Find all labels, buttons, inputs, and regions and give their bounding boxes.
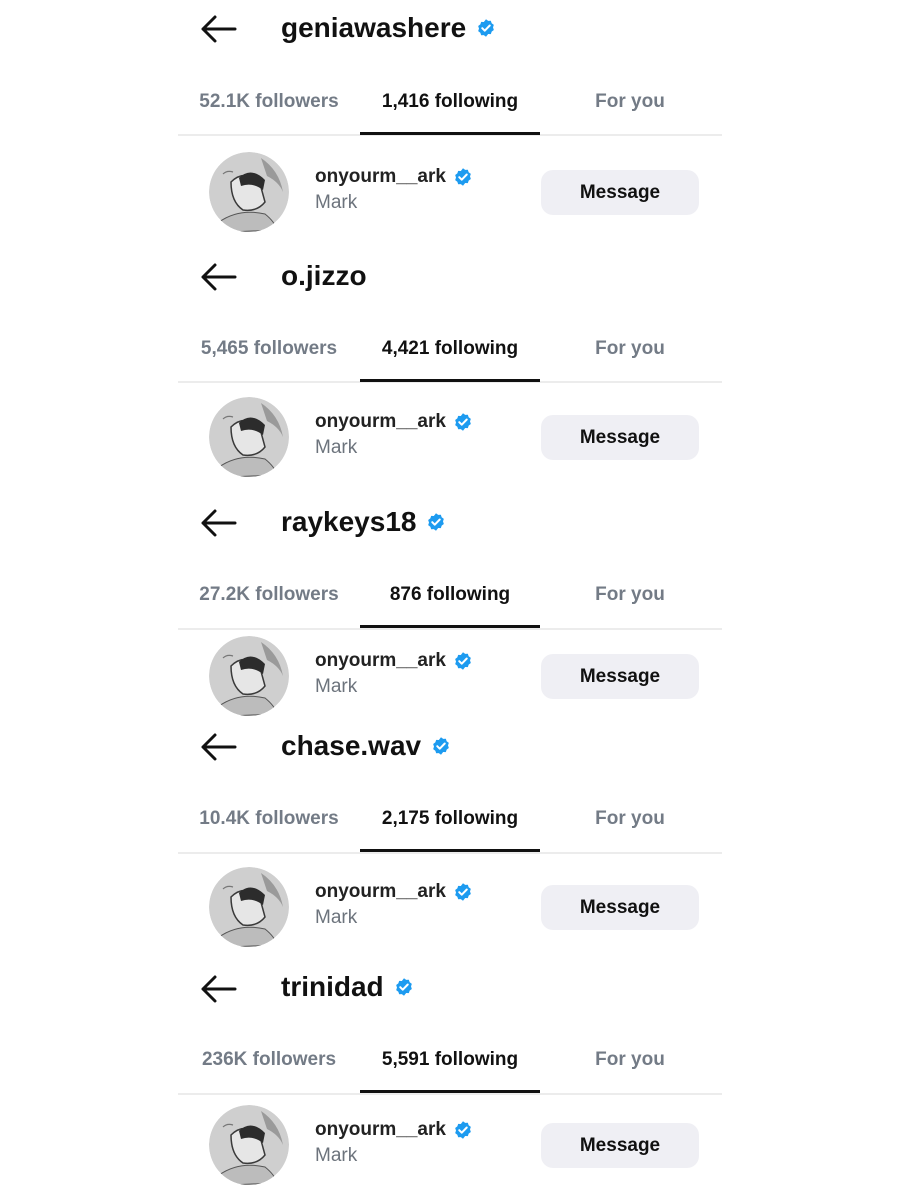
tab-divider — [178, 852, 722, 854]
active-tab-indicator — [360, 1090, 540, 1093]
tab-followers[interactable]: 10.4K followers — [179, 808, 359, 830]
user-full-name: Mark — [315, 1145, 358, 1166]
user-handle[interactable]: onyourm__ark — [315, 411, 473, 433]
user-full-name: Mark — [315, 907, 358, 928]
tab-for-you[interactable]: For you — [540, 584, 720, 606]
back-arrow-icon[interactable] — [198, 14, 238, 44]
back-arrow-icon[interactable] — [198, 974, 238, 1004]
verified-badge-icon — [428, 513, 445, 531]
tab-followers[interactable]: 5,465 followers — [179, 338, 359, 360]
tab-followers[interactable]: 52.1K followers — [179, 91, 359, 113]
profile-username-title: raykeys18 — [281, 506, 417, 537]
avatar[interactable] — [209, 867, 289, 947]
verified-badge-icon — [395, 978, 412, 996]
tab-followers[interactable]: 27.2K followers — [179, 584, 359, 606]
page-title: chase.wav — [281, 726, 451, 766]
profile-username-title: chase.wav — [281, 730, 422, 761]
user-full-name: Mark — [315, 437, 358, 458]
user-handle-text: onyourm__ark — [315, 166, 446, 187]
avatar[interactable] — [209, 397, 289, 477]
message-button[interactable]: Message — [541, 885, 699, 930]
tab-for-you[interactable]: For you — [540, 338, 720, 360]
user-handle[interactable]: onyourm__ark — [315, 166, 473, 188]
user-handle[interactable]: onyourm__ark — [315, 650, 473, 672]
message-button[interactable]: Message — [541, 170, 699, 215]
tab-for-you[interactable]: For you — [540, 1049, 720, 1071]
message-button[interactable]: Message — [541, 1123, 699, 1168]
verified-badge-icon — [455, 652, 471, 670]
tab-divider — [178, 1093, 722, 1095]
tab-following[interactable]: 876 following — [360, 584, 540, 606]
page-title: trinidad — [281, 967, 414, 1007]
tab-divider — [178, 628, 722, 630]
page-title: o.jizzo — [281, 256, 367, 296]
user-full-name: Mark — [315, 192, 358, 213]
message-button[interactable]: Message — [541, 654, 699, 699]
page-title: raykeys18 — [281, 502, 446, 542]
tab-for-you[interactable]: For you — [540, 91, 720, 113]
back-arrow-icon[interactable] — [198, 508, 238, 538]
user-handle-text: onyourm__ark — [315, 1119, 446, 1140]
active-tab-indicator — [360, 132, 540, 135]
back-arrow-icon[interactable] — [198, 262, 238, 292]
back-arrow-icon[interactable] — [198, 732, 238, 762]
user-handle[interactable]: onyourm__ark — [315, 1119, 473, 1141]
active-tab-indicator — [360, 379, 540, 382]
tab-following[interactable]: 2,175 following — [360, 808, 540, 830]
verified-badge-icon — [455, 883, 471, 901]
user-handle-text: onyourm__ark — [315, 650, 446, 671]
tab-following[interactable]: 5,591 following — [360, 1049, 540, 1071]
message-button[interactable]: Message — [541, 415, 699, 460]
user-handle-text: onyourm__ark — [315, 411, 446, 432]
user-handle-text: onyourm__ark — [315, 881, 446, 902]
verified-badge-icon — [455, 1121, 471, 1139]
tab-following[interactable]: 1,416 following — [360, 91, 540, 113]
profile-username-title: trinidad — [281, 971, 384, 1002]
tab-for-you[interactable]: For you — [540, 808, 720, 830]
avatar[interactable] — [209, 636, 289, 716]
user-full-name: Mark — [315, 676, 358, 697]
user-handle[interactable]: onyourm__ark — [315, 881, 473, 903]
active-tab-indicator — [360, 625, 540, 628]
profile-username-title: geniawashere — [281, 12, 467, 43]
verified-badge-icon — [433, 737, 449, 755]
verified-badge-icon — [478, 19, 495, 37]
profile-username-title: o.jizzo — [281, 260, 367, 291]
tab-following[interactable]: 4,421 following — [360, 338, 540, 360]
verified-badge-icon — [455, 413, 471, 431]
page-title: geniawashere — [281, 8, 496, 48]
avatar[interactable] — [209, 1105, 289, 1185]
tab-followers[interactable]: 236K followers — [179, 1049, 359, 1071]
verified-badge-icon — [455, 168, 471, 186]
active-tab-indicator — [360, 849, 540, 852]
avatar[interactable] — [209, 152, 289, 232]
